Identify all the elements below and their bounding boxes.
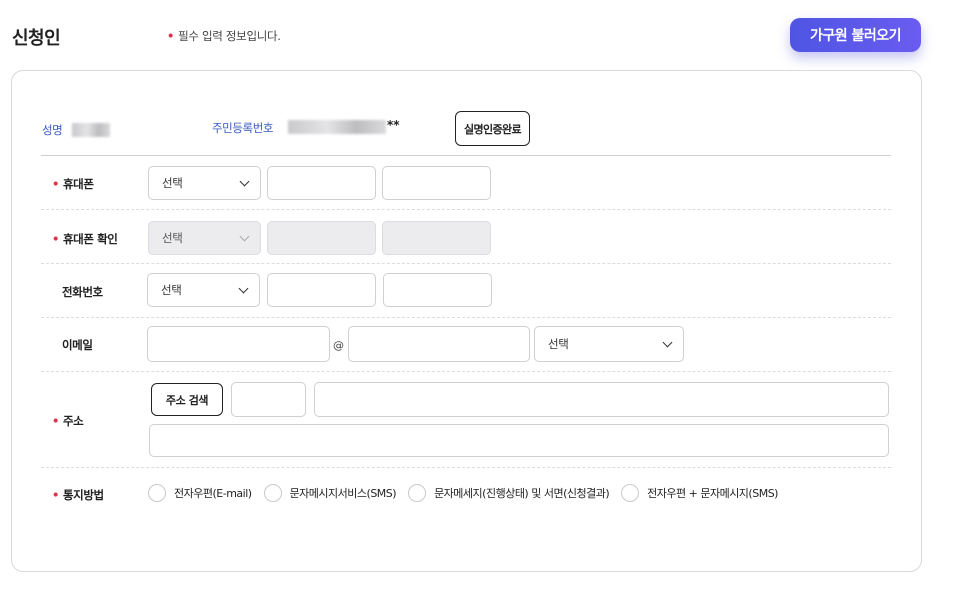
phone-label: 전화번호: [62, 285, 103, 299]
mobile-label: • 휴대폰: [52, 176, 94, 192]
mobile-confirm-prefix-value: 선택: [162, 231, 183, 245]
notification-option-sms-mail[interactable]: 문자메세지(진행상태) 및 서면(신청결과): [408, 484, 610, 502]
load-family-button[interactable]: 가구원 불러오기: [790, 18, 921, 52]
phone-middle-input[interactable]: [267, 273, 376, 307]
mobile-confirm-label-text: 휴대폰 확인: [62, 232, 118, 246]
mobile-prefix-select[interactable]: 선택: [148, 166, 261, 200]
radio-button[interactable]: [263, 484, 282, 502]
divider: [41, 467, 891, 468]
postal-code-input[interactable]: [231, 382, 306, 417]
required-dot-icon: •: [167, 29, 175, 43]
rrn-label: 주민등록번호: [212, 121, 274, 135]
address-detail-input[interactable]: [149, 424, 889, 457]
rrn-value-blurred: [288, 120, 386, 134]
name-label: 성명: [42, 123, 63, 137]
rrn-masked-suffix: **: [387, 118, 400, 132]
chevron-down-icon: [239, 231, 250, 242]
required-note: • 필수 입력 정보입니다.: [167, 28, 281, 44]
radio-button[interactable]: [408, 484, 427, 502]
email-domain-value: 선택: [548, 337, 569, 351]
verified-button[interactable]: 실명인증완료: [455, 111, 530, 146]
divider: [41, 263, 891, 264]
mobile-prefix-value: 선택: [162, 176, 183, 190]
radio-label: 문자메시지서비스(SMS): [289, 487, 397, 500]
required-dot-icon: •: [52, 488, 59, 502]
notification-option-sms[interactable]: 문자메시지서비스(SMS): [263, 484, 397, 502]
phone-prefix-select[interactable]: 선택: [147, 273, 260, 307]
chevron-down-icon: [239, 176, 250, 187]
notification-label-text: 통지방법: [62, 488, 104, 502]
email-at-symbol: @: [333, 339, 344, 352]
notification-option-email-sms[interactable]: 전자우편 + 문자메시지(SMS): [621, 484, 778, 502]
required-dot-icon: •: [52, 232, 59, 246]
notification-option-email[interactable]: 전자우편(E-mail): [148, 484, 252, 502]
divider: [41, 371, 891, 372]
address-main-input[interactable]: [314, 382, 889, 417]
address-search-button[interactable]: 주소 검색: [151, 383, 223, 416]
radio-button[interactable]: [148, 484, 166, 502]
radio-label: 전자우편 + 문자메시지(SMS): [647, 487, 778, 500]
address-label: • 주소: [52, 413, 84, 429]
name-value-blurred: [72, 123, 110, 137]
required-note-text: 필수 입력 정보입니다.: [178, 29, 281, 43]
page-title: 신청인: [12, 28, 61, 49]
email-id-input[interactable]: [147, 326, 330, 362]
address-label-text: 주소: [62, 414, 84, 428]
mobile-middle-input[interactable]: [267, 166, 376, 200]
notification-label: • 통지방법: [52, 487, 104, 503]
divider: [41, 209, 891, 210]
radio-button[interactable]: [621, 484, 640, 502]
mobile-label-text: 휴대폰: [62, 177, 94, 191]
chevron-down-icon: [238, 283, 249, 294]
chevron-down-icon: [662, 337, 673, 348]
mobile-last-input[interactable]: [382, 166, 491, 200]
applicant-form-card: 성명 주민등록번호 ** 실명인증완료 • 휴대폰 선택 • 휴대폰 확인 선택 전…: [11, 70, 922, 572]
mobile-confirm-label: • 휴대폰 확인: [52, 231, 118, 247]
email-label: 이메일: [62, 338, 93, 352]
phone-prefix-value: 선택: [161, 283, 182, 297]
divider: [41, 317, 891, 318]
required-dot-icon: •: [52, 177, 59, 191]
notification-radio-group: 전자우편(E-mail) 문자메시지서비스(SMS) 문자메세지(진행상태) 및…: [148, 484, 790, 502]
radio-label: 전자우편(E-mail): [174, 487, 252, 500]
email-domain-input[interactable]: [348, 326, 530, 362]
mobile-confirm-middle-input: [267, 221, 376, 255]
required-dot-icon: •: [52, 414, 59, 428]
mobile-confirm-prefix-select: 선택: [148, 221, 261, 255]
divider: [41, 155, 891, 156]
mobile-confirm-last-input: [382, 221, 491, 255]
phone-last-input[interactable]: [383, 273, 492, 307]
email-domain-select[interactable]: 선택: [534, 326, 684, 362]
radio-label: 문자메세지(진행상태) 및 서면(신청결과): [434, 487, 610, 500]
